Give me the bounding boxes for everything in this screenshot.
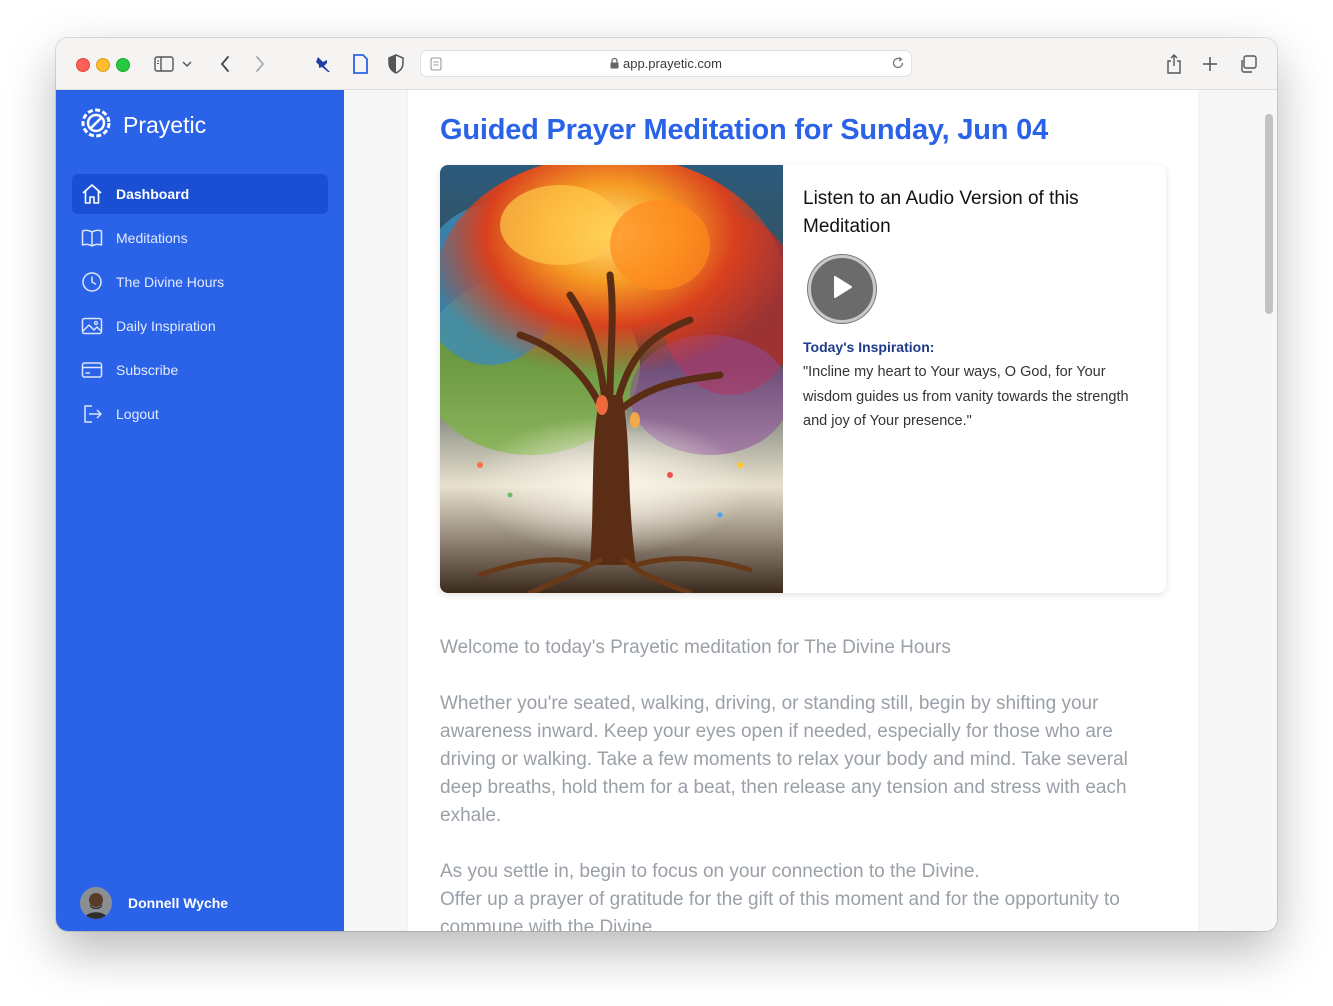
page-title: Guided Prayer Meditation for Sunday, Jun…	[440, 114, 1049, 146]
new-tab-icon[interactable]	[1198, 52, 1222, 76]
audio-card: Listen to an Audio Version of this Medit…	[440, 165, 1166, 593]
main-content: Guided Prayer Meditation for Sunday, Jun…	[344, 90, 1277, 931]
sidebar-item-label: Dashboard	[116, 186, 190, 202]
play-button[interactable]	[808, 255, 876, 323]
tree-artwork-image	[440, 165, 800, 593]
book-icon	[81, 227, 103, 249]
play-icon	[830, 274, 854, 305]
sidebar-item-label: Subscribe	[116, 362, 179, 378]
back-icon[interactable]	[213, 52, 237, 76]
sidebar-toggle-icon[interactable]	[152, 52, 176, 76]
url-label: app.prayetic.com	[623, 56, 722, 71]
lock-icon	[610, 57, 619, 69]
browser-toolbar: app.prayetic.com	[56, 38, 1277, 90]
sidebar: Prayetic Dashboard Meditations The Divin…	[56, 90, 344, 931]
home-icon	[81, 183, 103, 205]
clock-icon	[81, 271, 103, 293]
user-name: Donnell Wyche	[128, 895, 229, 911]
user-profile[interactable]: Donnell Wyche	[80, 887, 228, 919]
sidebar-item-divine-hours[interactable]: The Divine Hours	[72, 262, 328, 302]
close-window-button[interactable]	[76, 58, 90, 72]
sidebar-item-logout[interactable]: Logout	[72, 394, 328, 434]
page-content: Prayetic Dashboard Meditations The Divin…	[56, 90, 1277, 931]
meditation-paragraph: Whether you're seated, walking, driving,…	[440, 693, 1128, 826]
address-bar[interactable]: app.prayetic.com	[420, 50, 912, 77]
image-icon	[81, 315, 103, 337]
sidebar-item-label: The Divine Hours	[116, 274, 225, 290]
tab-overview-icon[interactable]	[1236, 52, 1260, 76]
logout-icon	[81, 403, 103, 425]
sidebar-item-subscribe[interactable]: Subscribe	[72, 350, 328, 390]
browser-window: app.prayetic.com Prayetic Dashboard Medi…	[56, 38, 1277, 931]
meditation-paragraph: As you settle in, begin to focus on your…	[440, 861, 980, 882]
shield-icon[interactable]	[384, 52, 408, 76]
reload-icon[interactable]	[891, 56, 905, 75]
zoom-window-button[interactable]	[116, 58, 130, 72]
inspiration-quote: "Incline my heart to Your ways, O God, f…	[803, 364, 1129, 429]
meditation-text: Welcome to today's Prayetic meditation f…	[440, 634, 1170, 931]
inspiration-label: Today's Inspiration:	[803, 339, 935, 355]
meditation-card: Guided Prayer Meditation for Sunday, Jun…	[408, 90, 1198, 931]
meditation-paragraph: Offer up a prayer of gratitude for the g…	[440, 889, 1120, 931]
credit-card-icon	[81, 359, 103, 381]
chevron-down-icon[interactable]	[180, 52, 194, 76]
sidebar-nav: Dashboard Meditations The Divine Hours D…	[72, 174, 328, 438]
sidebar-item-daily-inspiration[interactable]: Daily Inspiration	[72, 306, 328, 346]
sidebar-item-label: Logout	[116, 406, 159, 422]
sidebar-item-meditations[interactable]: Meditations	[72, 218, 328, 258]
pin-extension-icon[interactable]	[311, 52, 335, 76]
scrollbar[interactable]	[1265, 114, 1273, 314]
avatar	[80, 887, 112, 919]
share-icon[interactable]	[1162, 52, 1186, 76]
sidebar-item-label: Meditations	[116, 230, 188, 246]
meditation-paragraph: Welcome to today's Prayetic meditation f…	[440, 637, 951, 658]
minimize-window-button[interactable]	[96, 58, 110, 72]
sidebar-item-dashboard[interactable]: Dashboard	[72, 174, 328, 214]
url-text: app.prayetic.com	[421, 56, 911, 71]
prayetic-logo-icon	[80, 107, 112, 144]
audio-heading: Listen to an Audio Version of this Medit…	[803, 188, 1079, 237]
sidebar-item-label: Daily Inspiration	[116, 318, 216, 334]
forward-icon[interactable]	[248, 52, 272, 76]
brand-name: Prayetic	[123, 112, 207, 138]
brand[interactable]: Prayetic	[80, 107, 206, 144]
page-extension-icon[interactable]	[348, 52, 372, 76]
